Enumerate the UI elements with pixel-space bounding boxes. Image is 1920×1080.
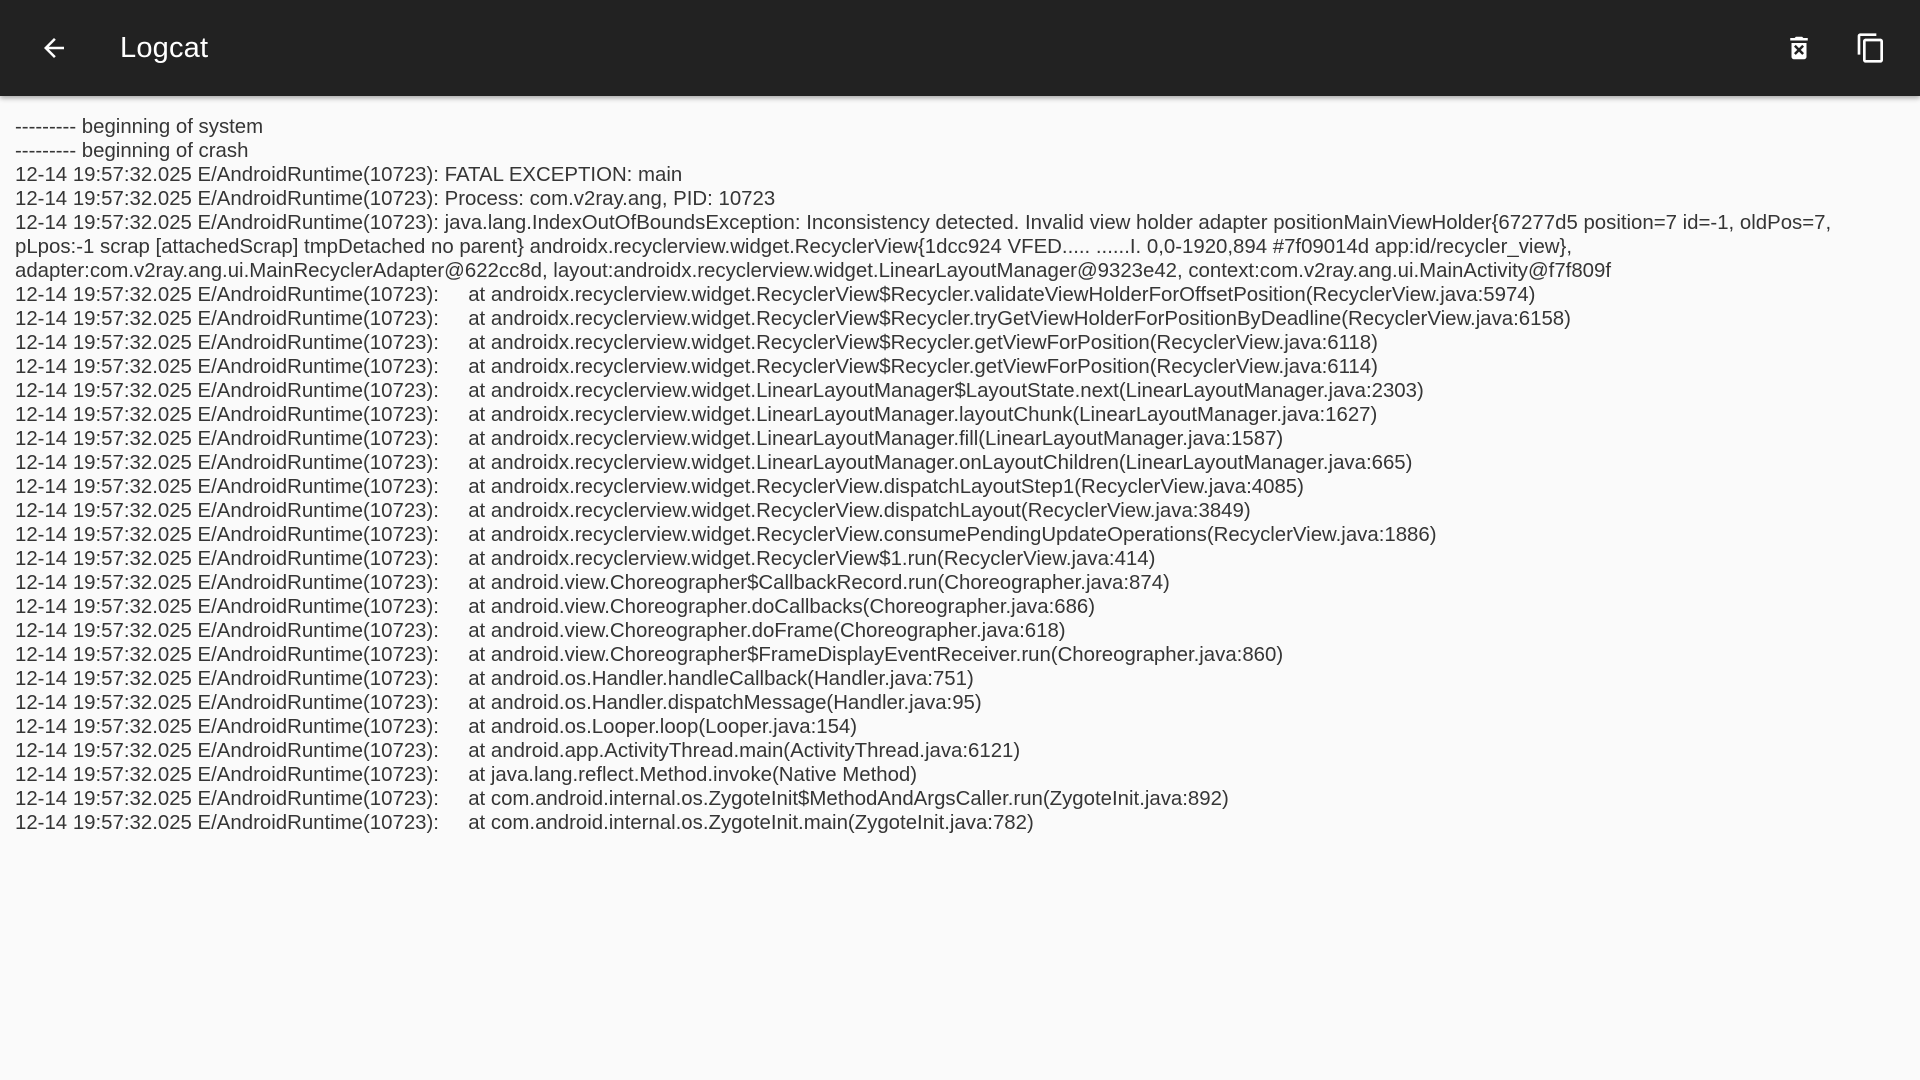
app-bar: Logcat [0, 0, 1920, 96]
copy-log-button[interactable] [1843, 20, 1899, 76]
page-title: Logcat [120, 32, 209, 64]
log-scroll-view[interactable]: --------- beginning of system --------- … [0, 96, 1920, 1080]
arrow-back-icon [44, 38, 64, 58]
log-content: --------- beginning of system --------- … [15, 116, 1832, 834]
clear-log-button[interactable] [1771, 20, 1827, 76]
back-button[interactable] [26, 20, 82, 76]
delete-icon [1790, 36, 1808, 60]
copy-icon [1857, 33, 1883, 63]
